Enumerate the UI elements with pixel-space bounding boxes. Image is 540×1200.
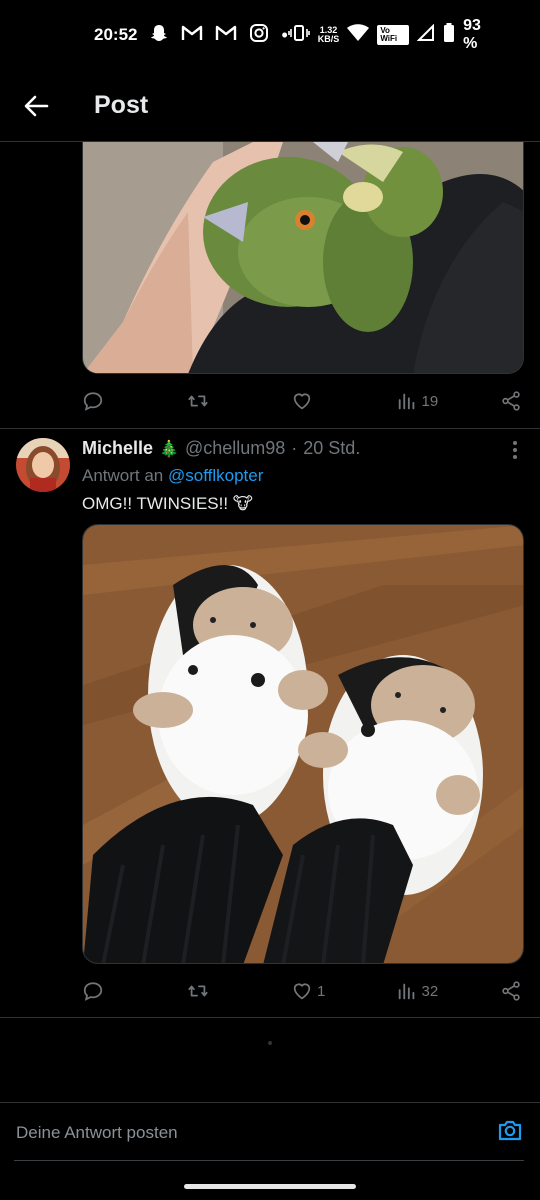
top-app-bar: Post bbox=[0, 70, 540, 142]
like-button[interactable]: 1 bbox=[291, 980, 337, 1002]
battery-icon bbox=[443, 22, 455, 48]
page-title: Post bbox=[94, 91, 149, 119]
tweet-text: OMG!! TWINSIES!! 🐮 bbox=[82, 494, 253, 513]
views-button[interactable]: 19 bbox=[396, 390, 442, 412]
author-name[interactable]: Michelle bbox=[82, 438, 153, 459]
reply-prefix: Antwort an bbox=[82, 466, 164, 485]
reply-input[interactable]: Deine Antwort posten bbox=[16, 1123, 496, 1143]
plush-dinosaur-photo bbox=[83, 142, 523, 373]
net-speed-unit: KB/S bbox=[317, 34, 340, 44]
tweet-divider bbox=[0, 428, 540, 429]
reply-button[interactable] bbox=[82, 980, 128, 1002]
tweet-1-actions: 19 bbox=[82, 386, 522, 416]
reply-icon bbox=[83, 392, 103, 411]
tweet-2-actions: 1 32 bbox=[82, 976, 522, 1006]
arrow-left-icon bbox=[24, 95, 49, 116]
views-count: 19 bbox=[421, 392, 439, 410]
views-icon bbox=[398, 983, 414, 1000]
share-button[interactable] bbox=[500, 390, 522, 412]
tweet-2-header: Michelle 🎄 @chellum98 · 20 Std. bbox=[82, 438, 360, 459]
vibrate-icon bbox=[287, 24, 310, 47]
share-icon bbox=[502, 981, 520, 1001]
camera-icon bbox=[498, 1120, 522, 1141]
more-vertical-icon bbox=[513, 441, 517, 459]
like-button[interactable] bbox=[291, 390, 337, 412]
vowifi-badge: Vo WiFi bbox=[377, 25, 410, 45]
tweet-divider bbox=[0, 1017, 540, 1018]
reply-context: Antwort an @sofflkopter bbox=[82, 466, 263, 486]
like-count: 1 bbox=[317, 982, 326, 1000]
repost-icon bbox=[187, 395, 208, 407]
gmail-icon bbox=[215, 24, 237, 47]
reply-button[interactable] bbox=[82, 390, 128, 412]
status-bar: 20:52 • 1.32 KB/S Vo WiFi 93 % bbox=[0, 0, 540, 70]
author-handle[interactable]: @chellum98 bbox=[185, 438, 285, 459]
share-icon bbox=[502, 391, 520, 411]
wifi-icon bbox=[347, 23, 370, 47]
post-time: 20 Std. bbox=[303, 438, 361, 458]
share-button[interactable] bbox=[500, 980, 522, 1002]
home-indicator[interactable] bbox=[184, 1184, 356, 1189]
repost-icon bbox=[187, 985, 208, 997]
heart-icon bbox=[293, 393, 311, 410]
avatar[interactable] bbox=[16, 438, 70, 492]
heart-icon bbox=[293, 983, 311, 1000]
more-button[interactable] bbox=[512, 440, 518, 466]
signal-icon bbox=[416, 23, 435, 47]
reply-composer: Deine Antwort posten bbox=[0, 1102, 540, 1162]
composer-underline bbox=[14, 1160, 524, 1161]
reply-mention-link[interactable]: @sofflkopter bbox=[168, 466, 263, 485]
gmail-icon bbox=[181, 24, 203, 47]
status-time: 20:52 bbox=[94, 25, 138, 44]
views-count: 32 bbox=[421, 982, 439, 1000]
views-button[interactable]: 32 bbox=[396, 980, 442, 1002]
snapchat-icon bbox=[149, 23, 169, 48]
views-icon bbox=[398, 393, 414, 410]
camera-button[interactable] bbox=[496, 1116, 524, 1149]
meta-separator: · bbox=[291, 438, 298, 458]
christmas-tree-emoji: 🎄 bbox=[159, 440, 179, 458]
instagram-icon bbox=[249, 23, 269, 48]
back-button[interactable] bbox=[0, 70, 72, 142]
reply-icon bbox=[83, 982, 103, 1001]
net-speed: 1.32 KB/S bbox=[318, 26, 340, 44]
repost-button[interactable] bbox=[187, 980, 233, 1002]
repost-button[interactable] bbox=[187, 390, 233, 412]
battery-percent: 93 % bbox=[463, 17, 481, 52]
tweet-2-image[interactable] bbox=[82, 524, 524, 964]
cow-slippers-photo bbox=[83, 525, 523, 963]
tweet-1-image[interactable] bbox=[82, 142, 524, 374]
loading-dot bbox=[268, 1041, 272, 1045]
